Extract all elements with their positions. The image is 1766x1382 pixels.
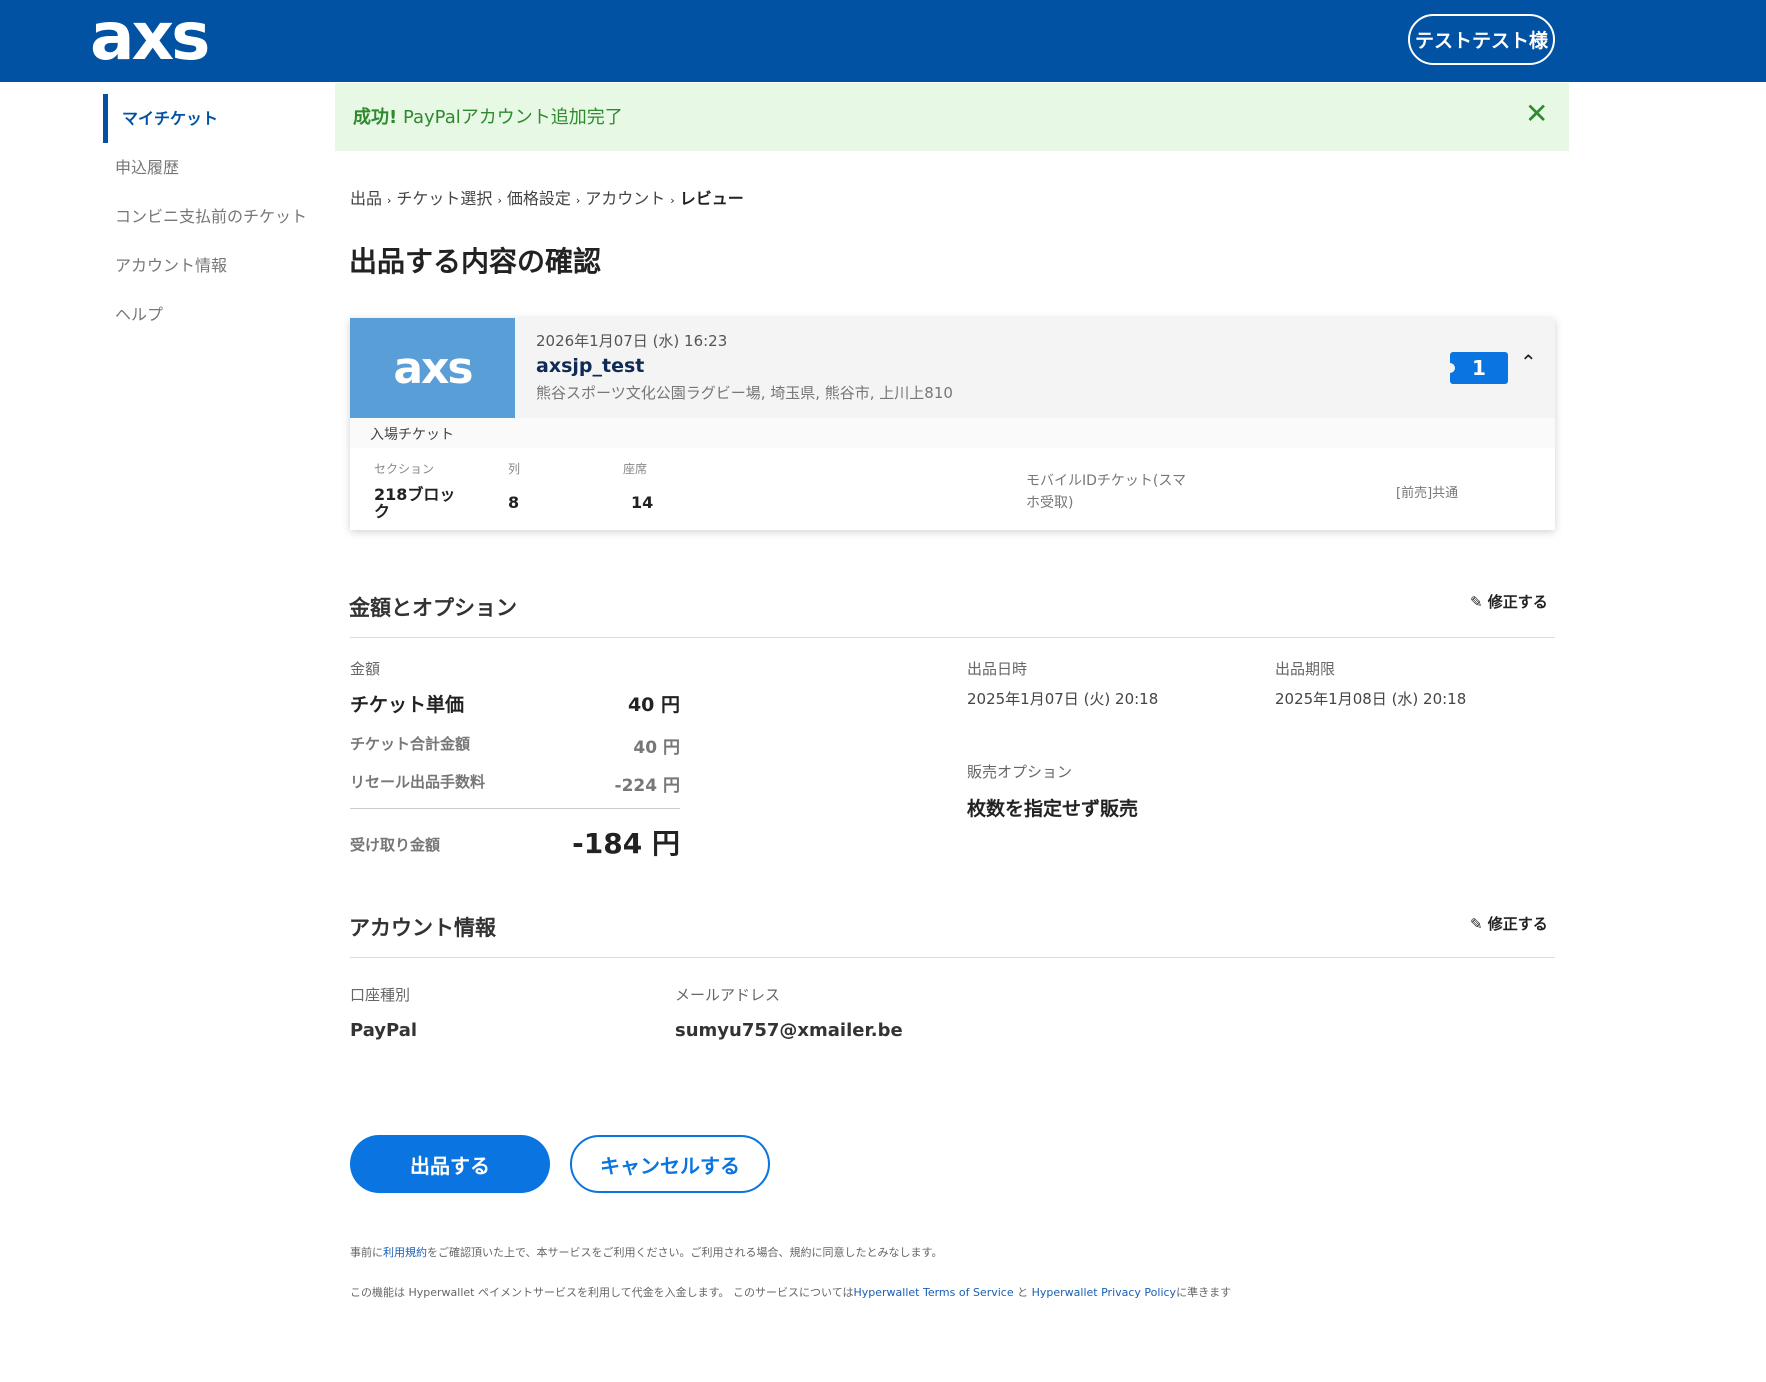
listing-date-value: 2025年1月07日 (火) 20:18	[967, 690, 1159, 708]
user-menu-button[interactable]: テストテスト様	[1408, 14, 1555, 65]
sidebar-item-account[interactable]: アカウント情報	[103, 241, 333, 290]
account-divider	[350, 957, 1555, 958]
hyperwallet-note: この機能は Hyperwallet ペイメントサービスを利用して代金を入金します…	[350, 1284, 1231, 1300]
ticket-total-value: 40 円	[633, 738, 680, 758]
delivery-method: モバイルIDチケット(スマホ受取)	[1026, 473, 1186, 511]
top-header: axs テストテスト様	[0, 0, 1766, 82]
event-name: axsjp_test	[536, 355, 645, 377]
email-label: メールアドレス	[675, 986, 781, 1004]
chevron-right-icon: ›	[497, 194, 502, 207]
sidebar-nav: マイチケット 申込履歴 コンビニ支払前のチケット アカウント情報 ヘルプ	[103, 94, 333, 339]
submit-listing-button[interactable]: 出品する	[350, 1135, 550, 1193]
pricing-divider	[350, 637, 1555, 638]
row-label: 列	[508, 462, 521, 476]
banner-strong: 成功!	[353, 107, 398, 128]
hyperwallet-note-mid: と	[1013, 1286, 1032, 1299]
event-card: axs 2026年1月07日 (水) 16:23 axsjp_test 熊谷スポ…	[350, 318, 1555, 530]
ticket-type: 入場チケット	[370, 427, 454, 443]
hyperwallet-note-pre: この機能は Hyperwallet ペイメントサービスを利用して代金を入金します…	[350, 1286, 854, 1299]
pricing-edit-link[interactable]: ✎ 修正する	[1470, 591, 1548, 612]
axs-logo[interactable]: axs	[90, 2, 210, 72]
hyperwallet-privacy-link[interactable]: Hyperwallet Privacy Policy	[1032, 1286, 1176, 1299]
unit-price-label: チケット単価	[350, 694, 465, 716]
event-venue: 熊谷スポーツ文化公園ラグビー場, 埼玉県, 熊谷市, 上川上810	[536, 384, 953, 402]
terms-note-pre: 事前に	[350, 1246, 383, 1259]
ticket-quantity: 1	[1472, 356, 1486, 380]
email-value: sumyu757@xmailer.be	[675, 1020, 903, 1041]
breadcrumb-item[interactable]: チケット選択	[396, 189, 492, 208]
account-section-title: アカウント情報	[349, 916, 496, 940]
pricing-section-title: 金額とオプション	[349, 596, 517, 620]
ticket-quantity-badge: 1	[1445, 352, 1508, 384]
banner-text: PayPalアカウント追加完了	[397, 107, 623, 128]
resale-fee-label: リセール出品手数料	[350, 773, 486, 791]
pencil-icon: ✎	[1470, 593, 1488, 611]
terms-link[interactable]: 利用規約	[383, 1246, 427, 1259]
cancel-button[interactable]: キャンセルする	[570, 1135, 770, 1193]
amount-divider	[350, 808, 680, 809]
breadcrumb: 出品 › チケット選択 › 価格設定 › アカウント › レビュー	[350, 185, 744, 209]
breadcrumb-item[interactable]: 価格設定	[507, 189, 571, 208]
ticket-total-label: チケット合計金額	[350, 735, 471, 753]
account-type-label: 口座種別	[350, 986, 411, 1004]
account-type-value: PayPal	[350, 1020, 418, 1041]
seat-label: 座席	[623, 462, 648, 476]
sale-option-value: 枚数を指定せず販売	[967, 798, 1139, 820]
sidebar-item-my-tickets[interactable]: マイチケット	[103, 94, 333, 143]
section-value: 218ブロック	[374, 485, 456, 521]
event-logo: axs	[350, 318, 515, 418]
amount-label: 金額	[350, 660, 381, 678]
hyperwallet-terms-link[interactable]: Hyperwallet Terms of Service	[854, 1286, 1014, 1299]
event-card-header[interactable]	[350, 318, 1555, 418]
success-banner: 成功! PayPalアカウント追加完了 ✕	[335, 83, 1569, 151]
sidebar-item-history[interactable]: 申込履歴	[103, 143, 333, 192]
section-label: セクション	[374, 462, 435, 476]
sidebar-item-help[interactable]: ヘルプ	[103, 290, 333, 339]
ticket-type-strip	[350, 418, 1555, 448]
ticket-notch	[1445, 363, 1455, 373]
chevron-right-icon: ›	[387, 194, 392, 207]
listing-date-label: 出品日時	[967, 660, 1028, 678]
chevron-up-icon[interactable]: ⌃	[1520, 350, 1537, 374]
receive-amount-label: 受け取り金額	[350, 836, 441, 854]
close-icon[interactable]: ✕	[1525, 99, 1548, 129]
sidebar-item-convenience-store[interactable]: コンビニ支払前のチケット	[103, 192, 333, 241]
sale-option-label: 販売オプション	[967, 763, 1073, 781]
chevron-right-icon: ›	[670, 194, 675, 207]
event-date: 2026年1月07日 (水) 16:23	[536, 332, 728, 350]
account-edit-link[interactable]: ✎ 修正する	[1470, 913, 1548, 934]
seat-value: 14	[631, 493, 654, 512]
pricing-edit-label: 修正する	[1487, 593, 1548, 611]
banner-message: 成功! PayPalアカウント追加完了	[353, 103, 623, 129]
deadline-value: 2025年1月08日 (水) 20:18	[1275, 690, 1467, 708]
chevron-right-icon: ›	[575, 194, 581, 207]
row-value: 8	[508, 493, 520, 512]
terms-note-post: をご確認頂いた上で、本サービスをご利用ください。ご利用される場合、規約に同意した…	[427, 1246, 943, 1259]
pencil-icon: ✎	[1470, 915, 1488, 933]
resale-fee-value: -224 円	[614, 776, 680, 796]
presale-type: [前売]共通	[1396, 486, 1459, 501]
receive-amount-value: -184 円	[572, 827, 680, 860]
deadline-label: 出品期限	[1275, 660, 1336, 678]
unit-price-value: 40 円	[627, 694, 680, 716]
breadcrumb-item[interactable]: 出品	[350, 189, 382, 208]
account-edit-label: 修正する	[1487, 915, 1548, 933]
hyperwallet-note-post: に準きます	[1176, 1286, 1232, 1299]
terms-note: 事前に利用規約をご確認頂いた上で、本サービスをご利用ください。ご利用される場合、…	[350, 1244, 942, 1260]
page-title: 出品する内容の確認	[349, 245, 602, 278]
breadcrumb-item[interactable]: アカウント	[585, 189, 665, 208]
breadcrumb-current: レビュー	[679, 189, 744, 208]
